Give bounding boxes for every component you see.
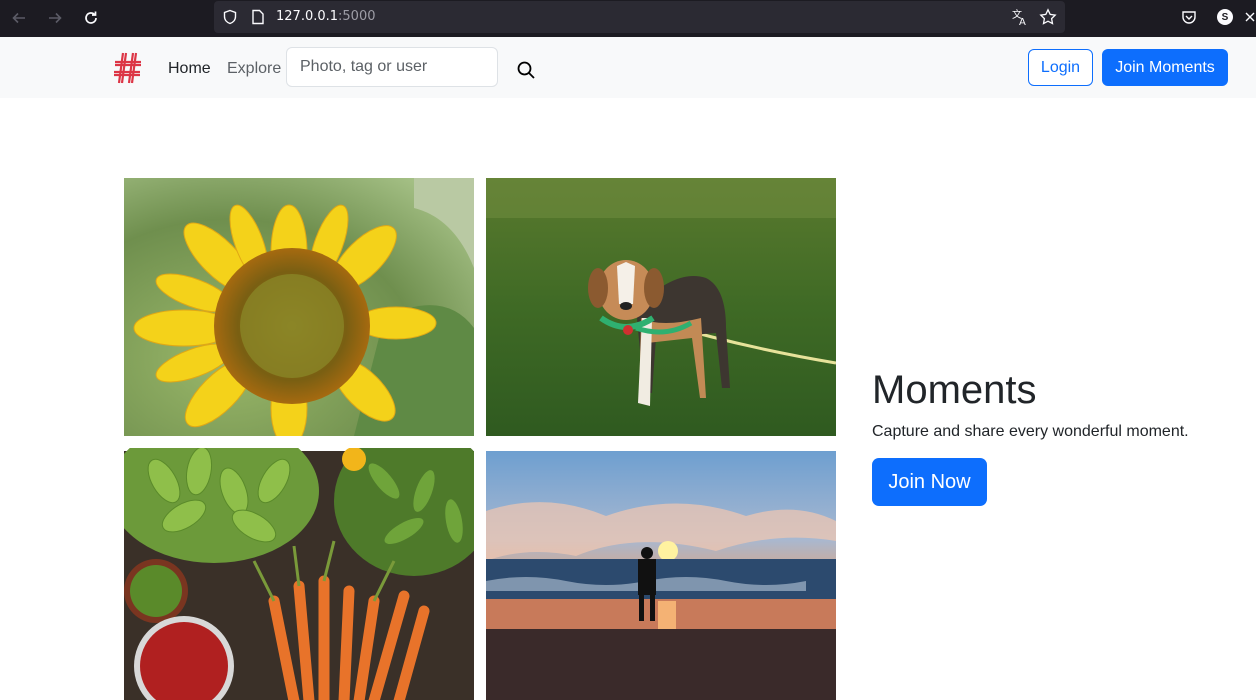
beagle-image xyxy=(486,178,836,436)
hero-subtitle: Capture and share every wonderful moment… xyxy=(872,423,1189,440)
photo-sunflower[interactable] xyxy=(124,178,474,436)
url-host: 127.0.0.1 xyxy=(276,9,339,24)
hero-title: Moments xyxy=(872,368,1037,412)
nav-home-link[interactable]: Home xyxy=(168,59,211,79)
url-text: 127.0.0.1:5000 xyxy=(276,9,376,24)
photo-beagle[interactable] xyxy=(486,178,836,436)
main-navbar: Home Explore Login Join Moments xyxy=(0,37,1256,98)
account-avatar[interactable]: S xyxy=(1213,5,1237,29)
translate-icon[interactable]: 文A xyxy=(1008,5,1032,29)
search-input[interactable] xyxy=(286,47,498,87)
login-button[interactable]: Login xyxy=(1028,49,1093,86)
join-now-button[interactable]: Join Now xyxy=(872,458,987,506)
forward-icon[interactable] xyxy=(43,6,67,30)
join-moments-button[interactable]: Join Moments xyxy=(1102,49,1228,86)
page-icon xyxy=(246,5,270,29)
overflow-menu-icon[interactable] xyxy=(1244,5,1256,29)
reload-icon[interactable] xyxy=(79,6,103,30)
photo-vegetables[interactable] xyxy=(124,448,474,700)
address-bar[interactable]: 127.0.0.1:5000 文A xyxy=(214,1,1065,33)
url-port: :5000 xyxy=(338,9,376,24)
nav-explore-link[interactable]: Explore xyxy=(227,59,281,79)
vegetables-image xyxy=(124,448,474,700)
account-initial: S xyxy=(1217,9,1233,25)
brand-logo-icon[interactable] xyxy=(112,51,144,85)
back-icon[interactable] xyxy=(7,6,31,30)
sunflower-image xyxy=(124,178,474,436)
sunset-beach-image xyxy=(486,451,836,700)
browser-toolbar: 127.0.0.1:5000 文A S xyxy=(0,0,1256,37)
bookmark-star-icon[interactable] xyxy=(1036,5,1060,29)
photo-sunset-beach[interactable] xyxy=(486,448,836,700)
search-icon[interactable] xyxy=(512,56,540,84)
pocket-icon[interactable] xyxy=(1177,5,1201,29)
svg-text:A: A xyxy=(1019,17,1026,26)
shield-icon[interactable] xyxy=(218,5,242,29)
